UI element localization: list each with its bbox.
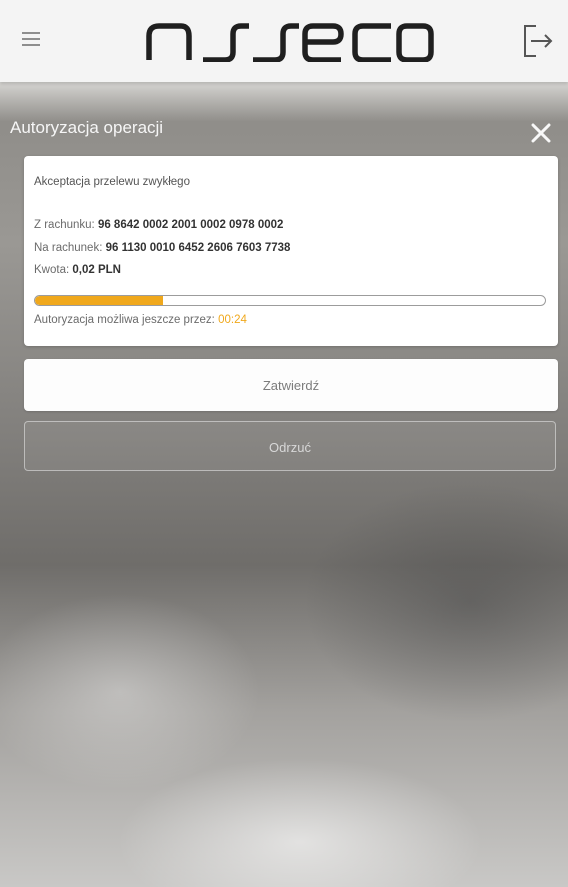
brand-logo [146, 23, 434, 62]
authorization-progress-fill [35, 296, 163, 305]
background-fade [0, 82, 568, 122]
timer-value: 00:24 [218, 314, 247, 326]
reject-button[interactable]: Odrzuć [24, 421, 556, 471]
modal-title: Autoryzacja operacji [10, 118, 164, 137]
authorization-progress-bar [34, 295, 546, 306]
timer-label: Autoryzacja możliwa jeszcze przez: [34, 314, 215, 326]
source-account-label: Z rachunku: [34, 219, 95, 231]
transfer-details-card: Akceptacja przelewu zwykłego Z rachunku:… [24, 156, 558, 346]
hamburger-menu-icon[interactable] [22, 32, 40, 46]
target-account-row: Na rachunek: 96 1130 0010 6452 2606 7603… [34, 242, 290, 254]
close-icon[interactable] [530, 122, 552, 144]
target-account-label: Na rachunek: [34, 242, 103, 254]
logout-icon[interactable] [522, 24, 554, 58]
amount-row: Kwota: 0,02 PLN [34, 264, 121, 276]
confirm-button[interactable]: Zatwierdź [24, 359, 558, 411]
authorization-timer: Autoryzacja możliwa jeszcze przez: 00:24 [34, 314, 247, 326]
transfer-type-heading: Akceptacja przelewu zwykłego [34, 176, 190, 188]
app-header [0, 0, 568, 82]
source-account-value: 96 8642 0002 2001 0002 0978 0002 [97, 219, 284, 231]
amount-label: Kwota: [34, 264, 70, 276]
amount-value: 0,02 PLN [72, 264, 121, 276]
source-account-row: Z rachunku: 96 8642 0002 2001 0002 0978 … [34, 219, 283, 231]
target-account-value: 96 1130 0010 6452 2606 7603 7738 [105, 242, 291, 254]
